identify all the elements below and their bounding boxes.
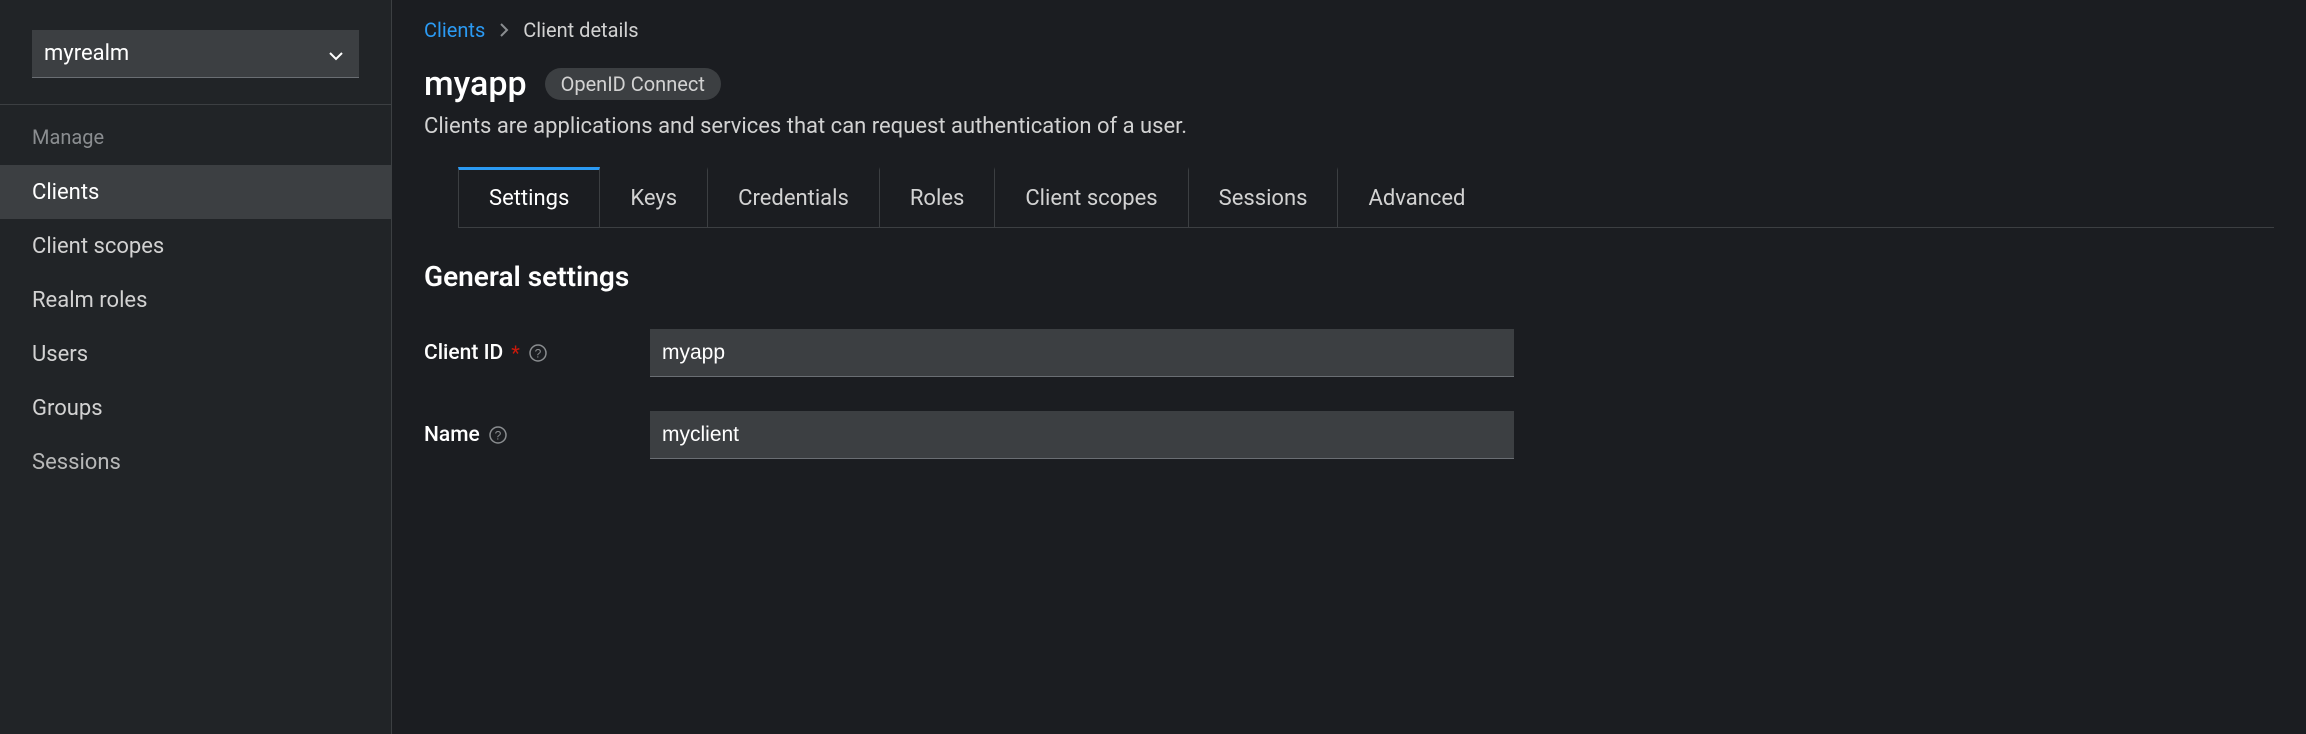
client-id-label: Client ID [424, 341, 503, 365]
sidebar-item-users[interactable]: Users [0, 327, 391, 381]
sidebar-item-label: Realm roles [32, 288, 147, 313]
section-heading-general-settings: General settings [424, 260, 2274, 293]
form-row-name: Name ? [424, 411, 2274, 459]
tab-label: Advanced [1368, 186, 1465, 211]
tab-label: Keys [630, 186, 677, 211]
chevron-right-icon [499, 18, 509, 42]
tab-roles[interactable]: Roles [880, 167, 995, 227]
caret-down-icon [329, 42, 343, 66]
required-asterisk: * [511, 341, 520, 365]
name-label: Name [424, 423, 480, 447]
tab-advanced[interactable]: Advanced [1338, 167, 1495, 227]
breadcrumb-current: Client details [523, 18, 638, 42]
client-id-input[interactable] [650, 329, 1514, 377]
tab-label: Sessions [1219, 186, 1308, 211]
tab-label: Credentials [738, 186, 849, 211]
form-label-wrap: Name ? [424, 423, 650, 447]
sidebar-item-sessions[interactable]: Sessions [0, 435, 391, 489]
name-input[interactable] [650, 411, 1514, 459]
sidebar-item-groups[interactable]: Groups [0, 381, 391, 435]
sidebar-item-label: Groups [32, 396, 103, 421]
breadcrumb-clients-link[interactable]: Clients [424, 18, 485, 42]
sidebar-item-label: Users [32, 342, 88, 367]
help-icon[interactable]: ? [488, 425, 508, 445]
sidebar-item-realm-roles[interactable]: Realm roles [0, 273, 391, 327]
form-label-wrap: Client ID * ? [424, 341, 650, 365]
sidebar-item-label: Clients [32, 180, 99, 205]
sidebar-item-client-scopes[interactable]: Client scopes [0, 219, 391, 273]
svg-text:?: ? [494, 429, 501, 443]
tab-label: Client scopes [1025, 186, 1157, 211]
tab-label: Roles [910, 186, 964, 211]
tab-label: Settings [489, 186, 569, 211]
tabs: Settings Keys Credentials Roles Client s… [458, 167, 2274, 228]
sidebar-section-heading: Manage [0, 105, 391, 165]
tab-sessions[interactable]: Sessions [1189, 167, 1339, 227]
sidebar-item-clients[interactable]: Clients [0, 165, 391, 219]
sidebar-item-label: Sessions [32, 450, 121, 475]
realm-selector[interactable]: myrealm [32, 30, 359, 78]
page-title: myapp [424, 64, 527, 104]
form-row-client-id: Client ID * ? [424, 329, 2274, 377]
tab-settings[interactable]: Settings [458, 167, 600, 227]
sidebar: myrealm Manage Clients Client scopes Rea… [0, 0, 392, 734]
tab-keys[interactable]: Keys [600, 167, 708, 227]
page-description: Clients are applications and services th… [424, 114, 2274, 139]
tab-client-scopes[interactable]: Client scopes [995, 167, 1188, 227]
protocol-badge: OpenID Connect [545, 68, 721, 100]
help-icon[interactable]: ? [528, 343, 548, 363]
main-content: Clients Client details myapp OpenID Conn… [392, 0, 2306, 734]
tab-credentials[interactable]: Credentials [708, 167, 880, 227]
svg-text:?: ? [535, 347, 542, 361]
sidebar-item-label: Client scopes [32, 234, 164, 259]
realm-selector-text: myrealm [44, 41, 129, 66]
title-row: myapp OpenID Connect [424, 64, 2274, 104]
breadcrumb: Clients Client details [424, 18, 2274, 42]
